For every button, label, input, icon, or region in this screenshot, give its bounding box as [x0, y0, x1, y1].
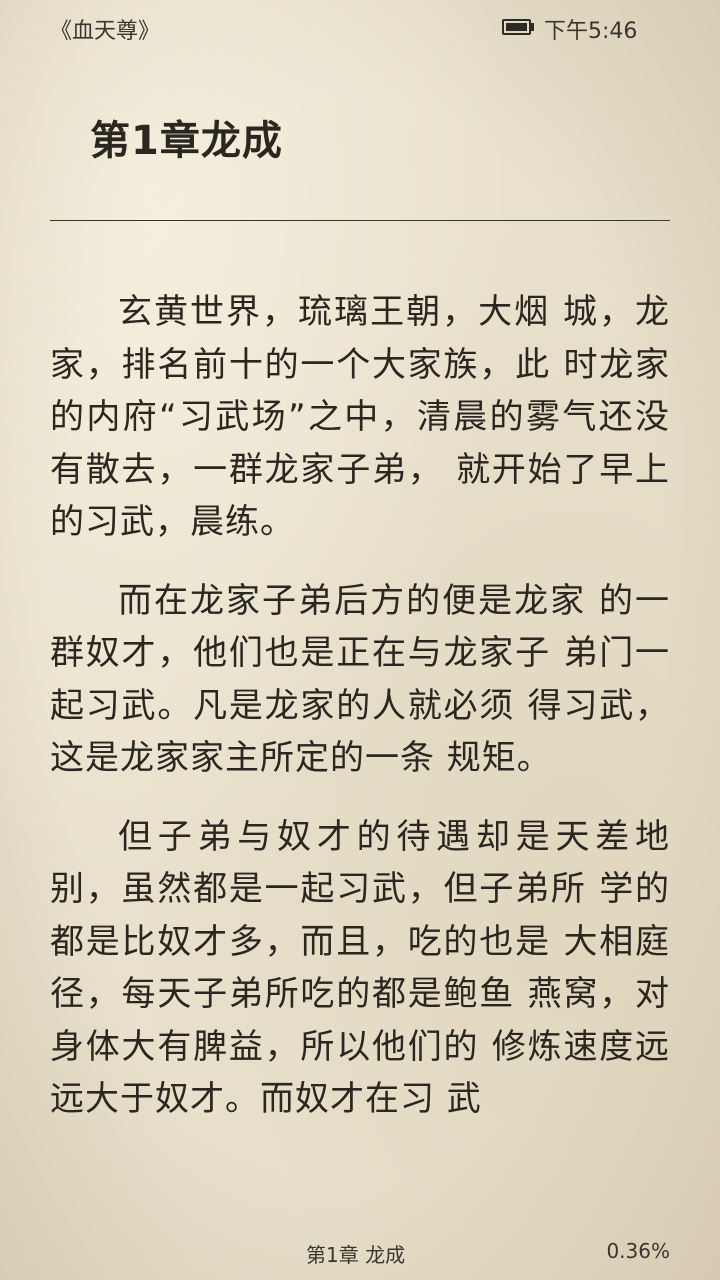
- status-bar: 《血天尊》 下午5:46: [0, 0, 720, 56]
- clock: 下午5:46: [544, 19, 638, 44]
- reading-content[interactable]: 玄黄世界，琉璃王朝，大烟 城，龙家，排名前十的一个大家族，此 时龙家的内府“习武…: [50, 286, 670, 1152]
- paragraph: 但子弟与奴才的待遇却是天差地别，虽然都是一起习武，但子弟所 学的都是比奴才多，而…: [50, 816, 670, 1120]
- reading-progress: 0.36%: [606, 1239, 670, 1263]
- footer-chapter-label: 第1章 龙成: [306, 1243, 406, 1267]
- battery-icon: [502, 19, 531, 35]
- paragraph: 而在龙家子弟后方的便是龙家 的一群奴才，他们也是正在与龙家子 弟门一起习武。凡是…: [50, 580, 670, 779]
- battery-cap: [531, 23, 534, 31]
- paragraph: 玄黄世界，琉璃王朝，大烟 城，龙家，排名前十的一个大家族，此 时龙家的内府“习武…: [50, 292, 670, 542]
- title-divider: [50, 220, 670, 221]
- chapter-title: 第1章龙成: [90, 118, 283, 164]
- book-title: 《血天尊》: [50, 19, 161, 44]
